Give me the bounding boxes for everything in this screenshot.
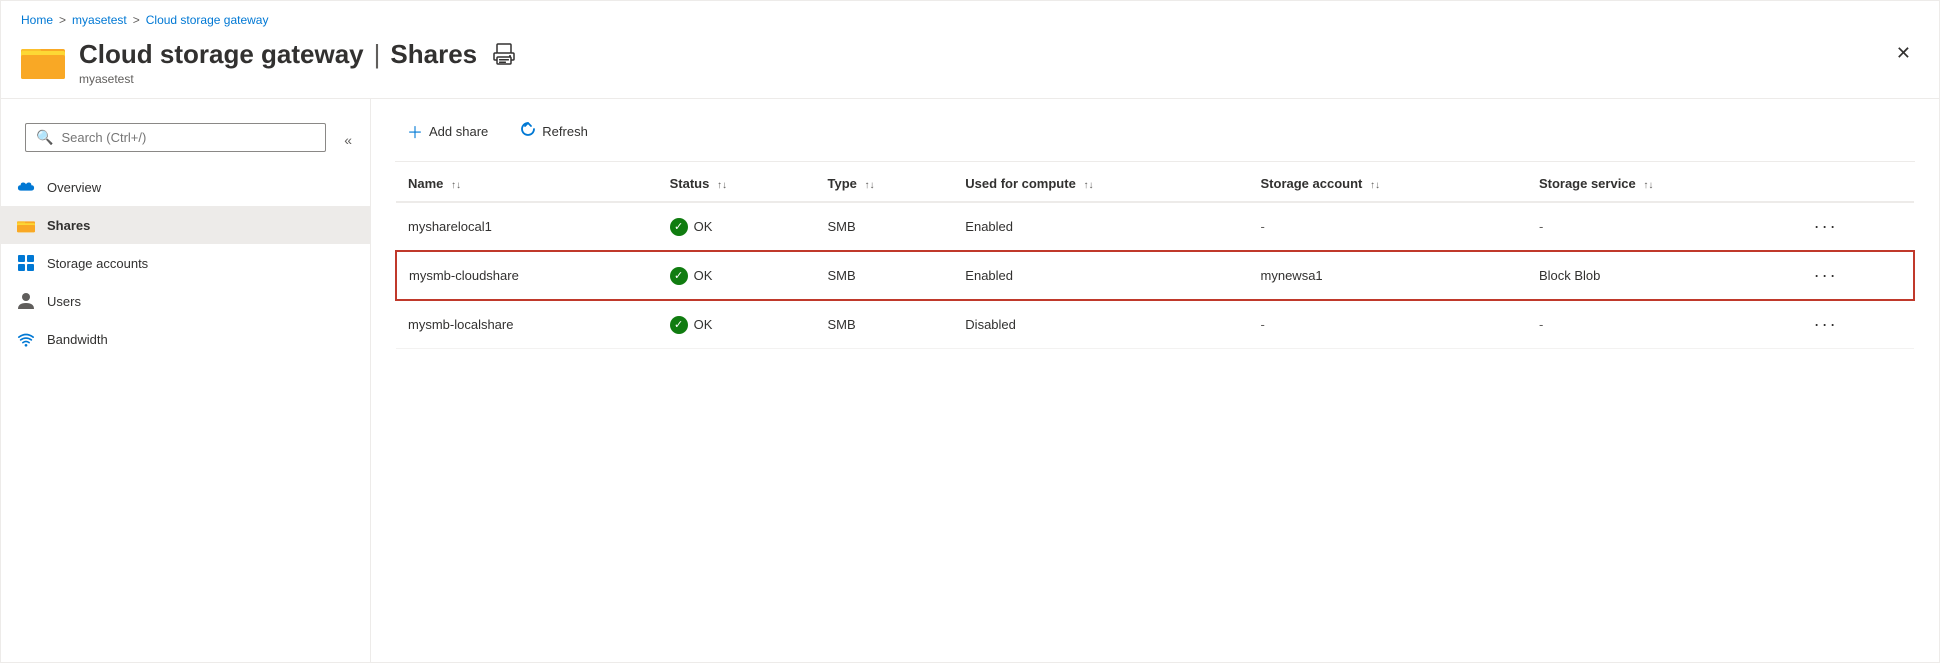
folder-nav-icon	[17, 216, 35, 234]
cell-storage-account: mynewsa1	[1249, 251, 1527, 300]
cell-name: mysmb-cloudshare	[396, 251, 658, 300]
table-row: mysmb-cloudshare ✓ OK SMB Enabled mynews…	[396, 251, 1914, 300]
print-icon[interactable]	[493, 43, 515, 70]
header-subtitle: myasetest	[79, 72, 515, 86]
cell-name: mysmb-localshare	[396, 300, 658, 349]
status-check-icon: ✓	[670, 316, 688, 334]
sidebar-item-overview[interactable]: Overview	[1, 168, 370, 206]
wifi-icon	[17, 330, 35, 348]
cell-type: SMB	[816, 251, 954, 300]
breadcrumb-sep-1: >	[59, 13, 66, 27]
col-header-used-for-compute: Used for compute ↑↓	[953, 166, 1248, 202]
content-area: ＋ Add share Refresh	[371, 99, 1939, 662]
status-text: OK	[694, 317, 713, 332]
cell-name: mysharelocal1	[396, 202, 658, 251]
search-box: 🔍	[25, 123, 326, 152]
page-header: Cloud storage gateway | Shares	[1, 33, 1939, 98]
sidebar-item-bandwidth[interactable]: Bandwidth	[1, 320, 370, 358]
breadcrumb-myasetest[interactable]: myasetest	[72, 13, 127, 27]
sidebar-item-shares[interactable]: Shares	[1, 206, 370, 244]
breadcrumb-sep-2: >	[133, 13, 140, 27]
breadcrumb-home[interactable]: Home	[21, 13, 53, 27]
search-icon: 🔍	[36, 129, 53, 146]
grid-icon	[17, 254, 35, 272]
refresh-button[interactable]: Refresh	[508, 115, 600, 148]
cell-used-for-compute: Disabled	[953, 300, 1248, 349]
more-actions-button[interactable]: ···	[1808, 312, 1844, 337]
sidebar-item-shares-label: Shares	[47, 218, 90, 233]
header-section-text: Shares	[390, 39, 477, 70]
toolbar: ＋ Add share Refresh	[395, 99, 1915, 162]
status-text: OK	[694, 219, 713, 234]
person-icon	[17, 292, 35, 310]
refresh-icon	[520, 121, 536, 142]
cell-actions: ···	[1796, 300, 1914, 349]
status-check-icon: ✓	[670, 218, 688, 236]
sidebar-item-users[interactable]: Users	[1, 282, 370, 320]
sort-icon-storage-service[interactable]: ↑↓	[1643, 180, 1653, 191]
table-row: mysmb-localshare ✓ OK SMB Disabled - - ·…	[396, 300, 1914, 349]
main-layout: 🔍 « Overview	[1, 98, 1939, 662]
status-check-icon: ✓	[670, 267, 688, 285]
table-header-row: Name ↑↓ Status ↑↓ Type ↑↓ Used for com	[396, 166, 1914, 202]
table-row: mysharelocal1 ✓ OK SMB Enabled - - ···	[396, 202, 1914, 251]
cell-storage-account: -	[1249, 202, 1527, 251]
cell-status: ✓ OK	[658, 202, 816, 251]
col-header-type: Type ↑↓	[816, 166, 954, 202]
shares-table: Name ↑↓ Status ↑↓ Type ↑↓ Used for com	[395, 166, 1915, 349]
sidebar-item-bandwidth-label: Bandwidth	[47, 332, 108, 347]
col-header-storage-account: Storage account ↑↓	[1249, 166, 1527, 202]
cell-actions: ···	[1796, 251, 1914, 300]
breadcrumb-cloud-storage-gateway[interactable]: Cloud storage gateway	[146, 13, 269, 27]
col-header-status: Status ↑↓	[658, 166, 816, 202]
sort-icon-name[interactable]: ↑↓	[451, 180, 461, 191]
header-left: Cloud storage gateway | Shares	[21, 39, 515, 86]
table-body: mysharelocal1 ✓ OK SMB Enabled - - ··· m…	[396, 202, 1914, 349]
col-header-storage-service: Storage service ↑↓	[1527, 166, 1796, 202]
cell-status: ✓ OK	[658, 300, 816, 349]
header-title: Cloud storage gateway | Shares	[79, 39, 515, 70]
folder-icon	[21, 41, 65, 79]
sort-icon-type[interactable]: ↑↓	[865, 180, 875, 191]
sort-icon-storage-account[interactable]: ↑↓	[1370, 180, 1380, 191]
cell-storage-service: -	[1527, 300, 1796, 349]
sidebar-item-storage-accounts-label: Storage accounts	[47, 256, 148, 271]
cell-actions: ···	[1796, 202, 1914, 251]
table-header: Name ↑↓ Status ↑↓ Type ↑↓ Used for com	[396, 166, 1914, 202]
header-title-block: Cloud storage gateway | Shares	[79, 39, 515, 86]
cell-used-for-compute: Enabled	[953, 251, 1248, 300]
breadcrumb: Home > myasetest > Cloud storage gateway	[1, 1, 1939, 33]
collapse-button[interactable]: «	[338, 130, 358, 150]
status-text: OK	[694, 268, 713, 283]
sort-icon-status[interactable]: ↑↓	[717, 180, 727, 191]
header-pipe: |	[374, 39, 381, 70]
sidebar-item-storage-accounts[interactable]: Storage accounts	[1, 244, 370, 282]
cell-type: SMB	[816, 202, 954, 251]
add-share-label: Add share	[429, 124, 488, 139]
cell-storage-account: -	[1249, 300, 1527, 349]
add-share-button[interactable]: ＋ Add share	[395, 113, 500, 149]
cell-storage-service: Block Blob	[1527, 251, 1796, 300]
col-header-name: Name ↑↓	[396, 166, 658, 202]
more-actions-button[interactable]: ···	[1808, 214, 1844, 239]
sort-icon-compute[interactable]: ↑↓	[1083, 180, 1093, 191]
col-header-actions	[1796, 166, 1914, 202]
sidebar-item-users-label: Users	[47, 294, 81, 309]
search-input[interactable]	[61, 130, 315, 145]
page-container: Home > myasetest > Cloud storage gateway…	[0, 0, 1940, 663]
cloud-icon	[17, 178, 35, 196]
header-title-text: Cloud storage gateway	[79, 39, 364, 70]
close-icon[interactable]: ✕	[1888, 39, 1919, 68]
sidebar: 🔍 « Overview	[1, 99, 371, 662]
add-icon: ＋	[407, 119, 423, 143]
sidebar-item-overview-label: Overview	[47, 180, 101, 195]
cell-status: ✓ OK	[658, 251, 816, 300]
refresh-label: Refresh	[542, 124, 588, 139]
more-actions-button[interactable]: ···	[1808, 263, 1844, 288]
cell-type: SMB	[816, 300, 954, 349]
cell-used-for-compute: Enabled	[953, 202, 1248, 251]
cell-storage-service: -	[1527, 202, 1796, 251]
